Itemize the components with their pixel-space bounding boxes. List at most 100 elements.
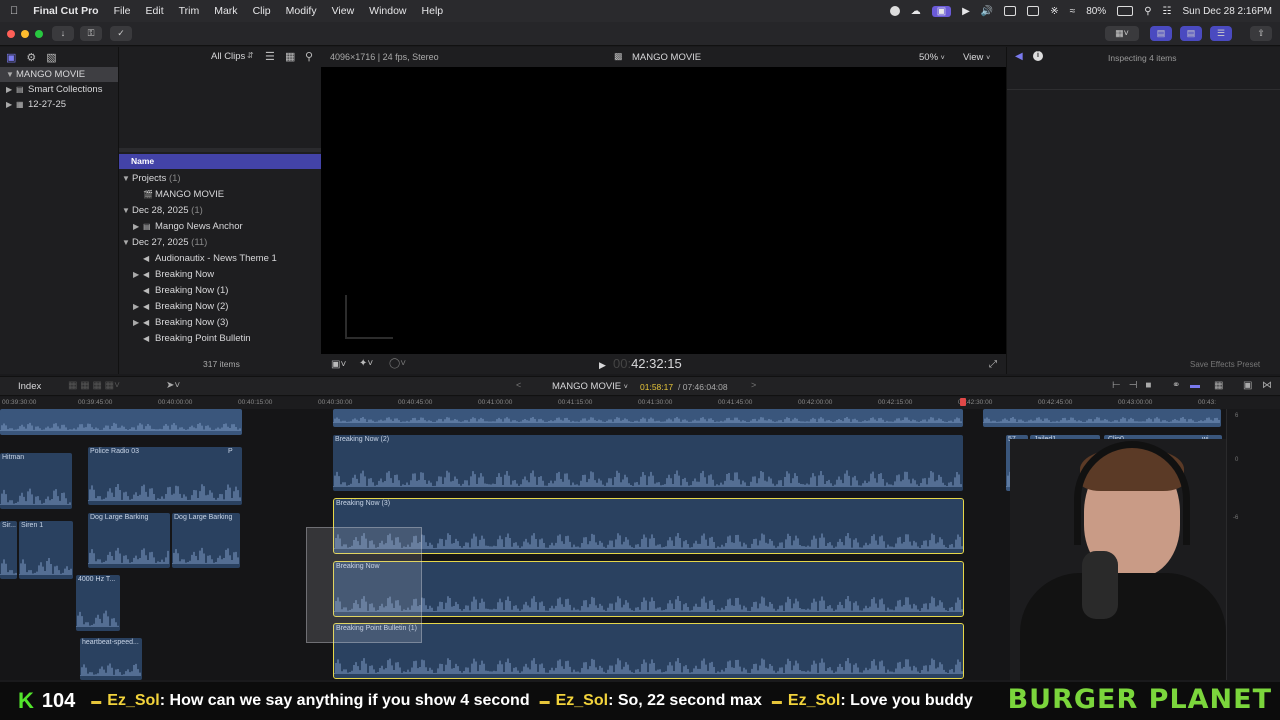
menu-file[interactable]: File bbox=[114, 5, 131, 17]
search-icon[interactable]: ⚲ bbox=[305, 50, 313, 63]
zoom-dropdown[interactable]: 50% ˅ bbox=[919, 52, 945, 63]
browser-row-audio[interactable]: ◀ Breaking Now (1) bbox=[119, 283, 321, 299]
forward-arrow-icon[interactable]: > bbox=[751, 380, 756, 390]
menu-mark[interactable]: Mark bbox=[214, 5, 237, 17]
disclosure-right-icon[interactable]: ▶ bbox=[133, 267, 143, 283]
browser-row-audio[interactable]: ▶ ◀ Breaking Now (2) bbox=[119, 299, 321, 315]
list-view-icon[interactable]: ☰ bbox=[265, 50, 275, 63]
cloud-icon[interactable]: ☁ bbox=[911, 6, 921, 17]
libraries-icon[interactable]: ▣ bbox=[6, 51, 16, 64]
timeline-clip-tone[interactable]: 4000 Hz T... bbox=[76, 575, 120, 631]
disclosure-down-icon[interactable]: ▼ bbox=[6, 67, 16, 82]
magic-wand-icon[interactable]: ✦˅ bbox=[359, 358, 373, 369]
bluetooth-icon[interactable]: ※ bbox=[1050, 6, 1058, 17]
wifi-icon[interactable]: ≈ bbox=[1070, 6, 1076, 17]
headphones-icon[interactable]: ⚭ bbox=[1172, 380, 1180, 391]
inspector-toggle-icon[interactable]: ☰ bbox=[1210, 26, 1232, 41]
info-icon[interactable]: i bbox=[1033, 51, 1043, 61]
disclosure-down-icon[interactable]: ▼ bbox=[122, 203, 132, 219]
menu-modify[interactable]: Modify bbox=[286, 5, 317, 17]
display-icon[interactable] bbox=[1004, 6, 1017, 16]
effects-browser-icon[interactable]: ▦ bbox=[1214, 380, 1223, 391]
clip-filter-dropdown[interactable]: All Clips bbox=[211, 51, 245, 62]
disclosure-right-icon[interactable]: ▶ bbox=[6, 82, 16, 97]
record-icon[interactable] bbox=[889, 6, 900, 16]
play-icon[interactable]: ▶ bbox=[962, 6, 970, 17]
import-icon[interactable]: ↓ bbox=[52, 26, 74, 41]
timeline-clip-hitman[interactable]: Hitman bbox=[0, 453, 72, 509]
browser-group-dec-27[interactable]: ▼ Dec 27, 2025 (11) bbox=[119, 235, 321, 251]
index-button[interactable]: Index bbox=[18, 381, 41, 392]
timeline-clip-siren[interactable]: Sir... bbox=[0, 521, 17, 579]
back-arrow-icon[interactable]: < bbox=[516, 380, 521, 390]
menu-app[interactable]: Final Cut Pro bbox=[33, 5, 98, 17]
browser-toggle-icon[interactable]: ▤ bbox=[1150, 26, 1172, 41]
chevron-updown-icon[interactable]: ⇵ bbox=[247, 51, 254, 60]
timeline-ruler[interactable]: 00:39:30:00 00:39:45:00 00:40:00:00 00:4… bbox=[0, 397, 1280, 409]
library-mango-movie[interactable]: ▼ MANGO MOVIE bbox=[0, 67, 118, 82]
timecode-display[interactable]: 00:42:32:15 bbox=[613, 356, 682, 371]
minimize-window-button[interactable] bbox=[21, 30, 29, 38]
share-layout-icon[interactable]: ▦˅ bbox=[1105, 26, 1139, 41]
titles-icon[interactable]: ▧ bbox=[46, 51, 56, 64]
audio-inspector-icon[interactable]: ◀ bbox=[1015, 51, 1023, 62]
monitor-icon[interactable] bbox=[1027, 6, 1040, 16]
zoom-window-button[interactable] bbox=[35, 30, 43, 38]
close-window-button[interactable] bbox=[7, 30, 15, 38]
collapse-icon[interactable]: ⋈ bbox=[1262, 380, 1272, 391]
menu-trim[interactable]: Trim bbox=[179, 5, 200, 17]
library-smart-collections[interactable]: ▶ ▤ Smart Collections bbox=[0, 82, 118, 97]
battery-icon[interactable] bbox=[1117, 6, 1134, 16]
volume-icon[interactable]: 🔊 bbox=[981, 6, 993, 17]
play-button[interactable]: ▶ bbox=[599, 360, 606, 371]
name-column-header[interactable]: Name bbox=[119, 154, 321, 169]
disclosure-down-icon[interactable]: ▼ bbox=[122, 235, 132, 251]
arrow-tool-icon[interactable]: ➤˅ bbox=[166, 380, 180, 391]
fullscreen-icon[interactable]: ⤢ bbox=[989, 359, 997, 370]
disclosure-right-icon[interactable]: ▶ bbox=[6, 97, 16, 112]
speed-icon[interactable]: ◯˅ bbox=[389, 358, 406, 369]
timeline-clip-siren[interactable]: Siren 1 bbox=[19, 521, 73, 579]
menu-help[interactable]: Help bbox=[422, 5, 444, 17]
timeline-area[interactable]: Hitman Police Radio 03 P Sir... Siren 1 D… bbox=[0, 409, 1280, 680]
menu-edit[interactable]: Edit bbox=[146, 5, 164, 17]
browser-divider[interactable] bbox=[119, 148, 321, 152]
timeline-clip-police-radio[interactable]: Police Radio 03 P bbox=[88, 447, 242, 505]
timeline-clip-breaking-now-3[interactable]: Breaking Now (3) bbox=[333, 498, 964, 554]
timeline-clip[interactable] bbox=[0, 409, 242, 435]
clock[interactable]: Sun Dec 28 2:16PM bbox=[1183, 6, 1273, 17]
timeline-tools-icons[interactable]: ⊢⊣■ bbox=[1112, 380, 1159, 391]
clip-appearance-icons[interactable]: ▦ ▦ ▦ ▦˅ bbox=[68, 380, 120, 391]
browser-row-audio[interactable]: ◀ Breaking Point Bulletin bbox=[119, 331, 321, 347]
timeline-clip-breaking-point-bulletin[interactable]: Breaking Point Bulletin (1) bbox=[333, 623, 964, 679]
browser-row-audio[interactable]: ◀ Audionautix - News Theme 1 bbox=[119, 251, 321, 267]
menu-clip[interactable]: Clip bbox=[253, 5, 271, 17]
timeline-project-dropdown[interactable]: MANGO MOVIE ˅ bbox=[552, 381, 628, 392]
disclosure-right-icon[interactable]: ▶ bbox=[133, 299, 143, 315]
background-tasks-icon[interactable]: ✓ bbox=[110, 26, 132, 41]
timeline-clip-heartbeat[interactable]: heartbeat-speed... bbox=[80, 638, 142, 680]
browser-row-audio[interactable]: ▶ ◀ Breaking Now (3) bbox=[119, 315, 321, 331]
timeline-clip-dog-barking[interactable]: Dog Large Barking bbox=[172, 513, 240, 568]
screen-share-icon[interactable]: ▣ bbox=[931, 5, 952, 17]
disclosure-right-icon[interactable]: ▶ bbox=[133, 315, 143, 331]
timeline-clip[interactable] bbox=[333, 409, 963, 427]
disclosure-right-icon[interactable]: ▶ bbox=[133, 219, 143, 235]
video-canvas[interactable] bbox=[321, 67, 1006, 354]
timeline-clip-breaking-now[interactable]: Breaking Now bbox=[333, 561, 964, 617]
browser-group-projects[interactable]: ▼ Projects (1) bbox=[119, 171, 321, 187]
timeline-clip-breaking-now-2[interactable]: Breaking Now (2) bbox=[333, 435, 963, 491]
view-dropdown[interactable]: View ˅ bbox=[963, 52, 990, 63]
library-event-12-27-25[interactable]: ▶ ▦ 12-27-25 bbox=[0, 97, 118, 112]
photos-icon[interactable]: ⚙ bbox=[26, 51, 36, 64]
timeline-clip-dog-barking[interactable]: Dog Large Barking bbox=[88, 513, 170, 568]
filmstrip-icon[interactable]: ▦ bbox=[285, 50, 295, 63]
save-effects-preset-button[interactable]: Save Effects Preset bbox=[1190, 360, 1260, 369]
timeline-clip[interactable] bbox=[983, 409, 1221, 427]
disclosure-down-icon[interactable]: ▼ bbox=[122, 171, 132, 187]
browser-group-dec-28[interactable]: ▼ Dec 28, 2025 (1) bbox=[119, 203, 321, 219]
timeline-toggle-icon[interactable]: ▤ bbox=[1180, 26, 1202, 41]
keyword-icon[interactable]: ⚿ bbox=[80, 26, 102, 41]
transitions-icon[interactable]: ▣ bbox=[1243, 380, 1252, 391]
browser-row-audio[interactable]: ▶ ◀ Breaking Now bbox=[119, 267, 321, 283]
